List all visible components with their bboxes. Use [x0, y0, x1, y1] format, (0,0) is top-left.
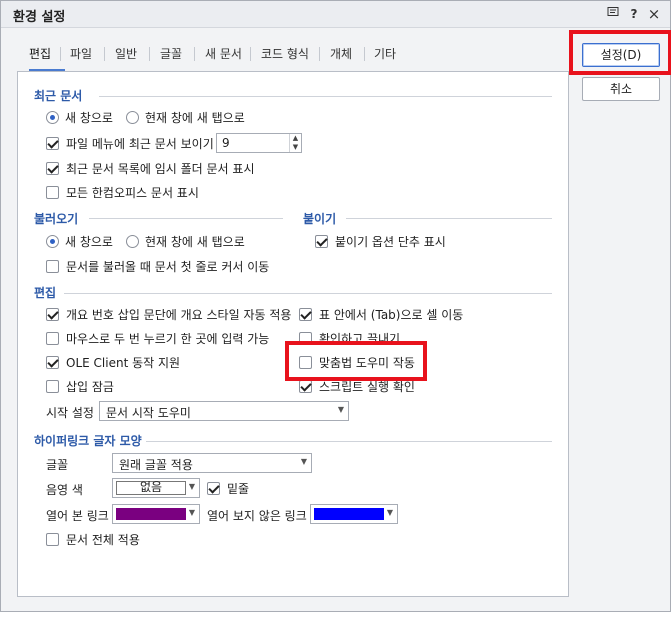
shade-color-combo[interactable]: 없음 ▼: [112, 478, 200, 498]
checkbox[interactable]: [207, 481, 220, 495]
radio-recent-new-tab[interactable]: 현재 창에 새 탭으로: [126, 108, 245, 126]
close-icon[interactable]: ×: [646, 5, 662, 23]
checkbox-cursor-first-line[interactable]: 문서를 불러올 때 문서 첫 줄로 커서 이동: [46, 257, 269, 275]
tab-new-document[interactable]: 새 문서: [205, 45, 242, 62]
shade-color-label: 음영 색: [46, 483, 83, 497]
checkbox-outline-style[interactable]: 개요 번호 삽입 문단에 개요 스타일 자동 적용: [46, 305, 291, 323]
section-open-title: 불러오기: [34, 212, 79, 226]
checkbox-double-click-input[interactable]: 마우스로 두 번 누르기 한 곳에 입력 가능: [46, 329, 269, 347]
radio-open-new-tab[interactable]: 현재 창에 새 탭으로: [126, 232, 245, 250]
tab-font[interactable]: 글꼴: [160, 45, 182, 62]
checkbox-tab-cell-move[interactable]: 표 안에서 (Tab)으로 셀 이동: [299, 305, 463, 323]
chevron-down-icon[interactable]: ▼: [189, 508, 195, 517]
radio-button[interactable]: [46, 234, 59, 248]
tab-code-format[interactable]: 코드 형식: [261, 45, 309, 62]
tab-general[interactable]: 일반: [115, 45, 137, 62]
hyperlink-font-label: 글꼴: [46, 458, 69, 472]
radio-open-new-window[interactable]: 새 창으로: [46, 232, 113, 250]
section-edit-title: 편집: [34, 286, 57, 300]
window-title: 환경 설정: [13, 10, 66, 25]
shade-color-swatch: 없음: [116, 481, 186, 495]
radio-button[interactable]: [126, 110, 139, 124]
section-hyperlink-title: 하이퍼링크 글자 모양: [34, 434, 142, 448]
chevron-down-icon[interactable]: ▼: [338, 405, 344, 414]
radio-recent-new-window[interactable]: 새 창으로: [46, 108, 113, 126]
checkbox[interactable]: [46, 355, 59, 369]
tab-object[interactable]: 개체: [330, 45, 352, 62]
unvisited-link-label: 열어 보지 않은 링크: [207, 509, 307, 523]
radio-button[interactable]: [46, 110, 59, 124]
checkbox[interactable]: [46, 161, 59, 175]
checkbox[interactable]: [299, 379, 312, 393]
highlight-box: [285, 341, 427, 381]
unvisited-color-swatch: [314, 508, 384, 520]
checkbox[interactable]: [46, 136, 59, 150]
checkbox[interactable]: [46, 259, 59, 273]
chevron-down-icon[interactable]: ▼: [189, 482, 195, 491]
radio-button[interactable]: [126, 234, 139, 248]
checkbox[interactable]: [46, 331, 59, 345]
checkbox[interactable]: [46, 532, 59, 546]
visited-link-color-combo[interactable]: ▼: [112, 504, 200, 524]
start-setting-combo[interactable]: 문서 시작 도우미 ▼: [99, 401, 349, 421]
checkbox-all-hancom[interactable]: 모든 한컴오피스 문서 표시: [46, 183, 199, 201]
spinner-arrows-icon[interactable]: ▲ ▼: [289, 134, 301, 152]
visited-color-swatch: [116, 508, 186, 520]
checkbox-ole-client[interactable]: OLE Client 동작 지원: [46, 353, 180, 371]
section-recent-title: 최근 문서: [34, 89, 83, 103]
tab-etc[interactable]: 기타: [374, 45, 396, 62]
unvisited-link-color-combo[interactable]: ▼: [310, 504, 398, 524]
hyperlink-font-combo[interactable]: 원래 글꼴 적용 ▼: [112, 453, 312, 473]
start-setting-label: 시작 설정: [46, 406, 94, 420]
tab-bar: 편집 파일 일반 글꼴 새 문서 코드 형식 개체 기타: [17, 39, 569, 71]
visited-link-label: 열어 본 링크: [46, 509, 109, 523]
checkbox-show-recent-in-menu[interactable]: 파일 메뉴에 최근 문서 보이기: [46, 134, 214, 152]
checkbox-insert-lock[interactable]: 삽입 잠금: [46, 377, 114, 395]
help-icon[interactable]: ?: [626, 5, 642, 23]
tab-file[interactable]: 파일: [70, 45, 92, 62]
chevron-down-icon[interactable]: ▼: [301, 457, 307, 466]
checkbox-temp-folder[interactable]: 최근 문서 목록에 임시 폴더 문서 표시: [46, 159, 255, 177]
memo-icon[interactable]: [605, 5, 621, 23]
highlight-box: [569, 30, 671, 75]
checkbox-apply-all[interactable]: 문서 전체 적용: [46, 530, 140, 548]
checkbox-underline[interactable]: 밑줄: [207, 479, 249, 497]
checkbox[interactable]: [315, 234, 328, 248]
tab-edit[interactable]: 편집: [29, 45, 51, 62]
checkbox[interactable]: [46, 307, 59, 321]
chevron-down-icon[interactable]: ▼: [387, 508, 393, 517]
recent-count-spinner[interactable]: 9 ▲ ▼: [216, 133, 302, 153]
cancel-button[interactable]: 취소: [582, 77, 660, 101]
section-paste-title: 붙이기: [303, 212, 337, 226]
checkbox-paste-options[interactable]: 붙이기 옵션 단추 표시: [315, 232, 446, 250]
preferences-dialog: 환경 설정 ? × 편집 파일 일반 글꼴 새 문서 코드 형식 개체 기타 설…: [0, 0, 671, 612]
title-bar: 환경 설정 ? ×: [1, 1, 670, 28]
checkbox[interactable]: [46, 379, 59, 393]
checkbox[interactable]: [299, 307, 312, 321]
checkbox[interactable]: [46, 185, 59, 199]
